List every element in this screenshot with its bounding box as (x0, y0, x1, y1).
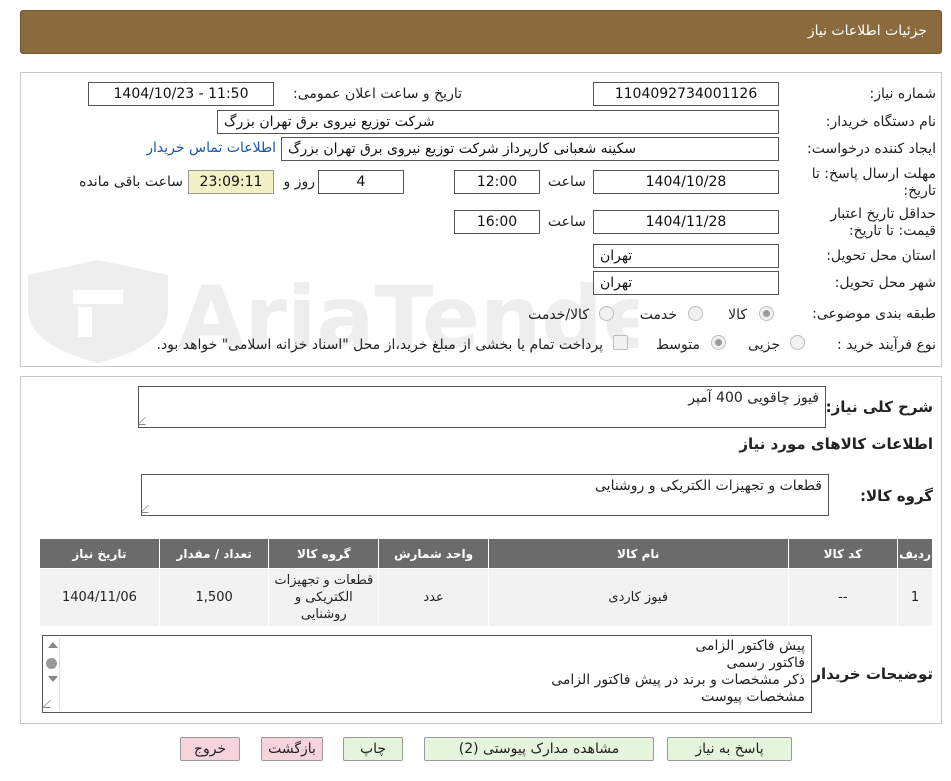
page-title: جزئیات اطلاعات نیاز (807, 23, 927, 39)
col-group: گروه کالا (268, 538, 380, 569)
validity-label: حداقل تاریخ اعتبار قیمت: تا تاریخ: (830, 206, 936, 239)
category-goods-radio[interactable] (759, 306, 774, 321)
goods-table: ردیف کد کالا نام کالا واحد شمارش گروه کا… (39, 538, 933, 627)
category-label: طبقه بندی موضوعی: (812, 306, 936, 322)
reply-button[interactable]: پاسخ به نیاز (667, 737, 792, 761)
category-goods-label: کالا (728, 307, 747, 323)
resize-handle-icon[interactable] (142, 505, 156, 513)
print-button[interactable]: چاپ (343, 737, 403, 761)
summary-textbox[interactable]: فیوز چاقویی 400 آمپر (138, 386, 826, 428)
goods-info-title: اطلاعات کالاهای مورد نیاز (739, 435, 933, 453)
city-field: تهران (593, 271, 779, 295)
category-service-label: خدمت (639, 307, 677, 323)
scroll-up-icon[interactable] (48, 642, 58, 648)
process-minor-label: جزیی (748, 337, 780, 353)
deadline-date-field: 1404/10/28 (593, 170, 779, 194)
validity-time-label: ساعت (547, 214, 586, 230)
category-service-radio[interactable] (688, 306, 703, 321)
days-remaining-field: 4 (318, 170, 404, 194)
goods-group-label: گروه کالا: (860, 487, 933, 505)
col-qty: تعداد / مقدار (158, 538, 270, 569)
treasury-payment-note: پرداخت تمام یا بخشی از مبلغ خرید،از محل … (156, 337, 603, 353)
announce-datetime-field: 1404/10/23 - 11:50 (88, 82, 274, 106)
page-header: جزئیات اطلاعات نیاز (20, 10, 942, 54)
cell-group: قطعات و تجهیزات الکتریکی و روشنایی (268, 568, 380, 627)
goods-group-text: قطعات و تجهیزات الکتریکی و روشنایی (595, 478, 822, 494)
process-minor-radio[interactable] (790, 335, 805, 350)
city-label: شهر محل تحویل: (834, 275, 936, 291)
scroll-down-icon[interactable] (48, 676, 58, 682)
need-number-field: 1104092734001126 (593, 82, 779, 106)
deadline-time-field: 12:00 (454, 170, 540, 194)
process-medium-radio[interactable] (711, 335, 726, 350)
cell-unit: عدد (378, 568, 489, 627)
province-field: تهران (593, 244, 779, 268)
col-name: نام کالا (487, 538, 789, 569)
buyer-note-line: پیش فاکتور الزامی (695, 638, 805, 654)
table-row: 1 -- فیوز کاردی عدد قطعات و تجهیزات الکت… (39, 568, 933, 627)
buyer-org-label: نام دستگاه خریدار: (825, 114, 936, 130)
buyer-note-line: مشخصات پیوست (701, 689, 805, 705)
deadline-label: مهلت ارسال پاسخ: تا تاریخ: (811, 166, 936, 199)
scroll-thumb[interactable] (46, 658, 57, 669)
need-number-label: شماره نیاز: (869, 86, 937, 102)
buyer-notes-textbox[interactable]: پیش فاکتور الزامی فاکتور رسمی ذکر مشخصات… (42, 635, 812, 713)
category-goods-service-radio[interactable] (599, 306, 614, 321)
buyer-note-line: ذکر مشخصات و برند در پیش فاکتور الزامی (551, 672, 805, 688)
treasury-payment-checkbox[interactable] (613, 335, 628, 350)
exit-button[interactable]: خروج (180, 737, 240, 761)
col-unit: واحد شمارش (378, 538, 489, 569)
col-date: تاریخ نیاز (39, 538, 160, 569)
buyer-notes-label: توضیحات خریدار: (806, 665, 933, 683)
deadline-time-label: ساعت (547, 174, 586, 190)
cell-date: 1404/11/06 (39, 568, 160, 627)
days-label: روز و (283, 174, 316, 190)
col-row: ردیف (897, 538, 933, 569)
process-medium-label: متوسط (656, 337, 700, 353)
cell-name: فیوز کاردی (487, 568, 789, 627)
view-attachments-button[interactable]: مشاهده مدارک پیوستی (2) (424, 737, 654, 761)
summary-label: شرح کلی نیاز: (825, 398, 933, 416)
creator-label: ایجاد کننده درخواست: (807, 141, 936, 157)
cell-qty: 1,500 (158, 568, 270, 627)
cell-row: 1 (897, 568, 933, 627)
buyer-note-line: فاکتور رسمی (726, 655, 805, 671)
buyer-contact-link[interactable]: اطلاعات تماس خریدار (146, 140, 276, 156)
back-button[interactable]: بازگشت (261, 737, 323, 761)
summary-text: فیوز چاقویی 400 آمپر (688, 390, 819, 406)
col-code: کد کالا (787, 538, 899, 569)
cell-code: -- (787, 568, 899, 627)
goods-table-header: ردیف کد کالا نام کالا واحد شمارش گروه کا… (39, 538, 933, 569)
validity-time-field: 16:00 (454, 210, 540, 234)
remaining-label: ساعت باقی مانده (79, 174, 183, 190)
category-goods-service-label: کالا/خدمت (528, 307, 589, 323)
province-label: استان محل تحویل: (826, 248, 936, 264)
announce-label: تاریخ و ساعت اعلان عمومی: (293, 86, 462, 102)
process-label: نوع فرآیند خرید : (837, 337, 936, 353)
buyer-org-field: شرکت توزیع نیروی برق تهران بزرگ (217, 110, 779, 134)
remaining-time-field: 23:09:11 (188, 170, 274, 194)
creator-field: سکینه شعبانی کارپرداز شرکت توزیع نیروی ب… (281, 137, 779, 161)
validity-date-field: 1404/11/28 (593, 210, 779, 234)
resize-handle-icon[interactable] (139, 417, 153, 425)
goods-group-textbox[interactable]: قطعات و تجهیزات الکتریکی و روشنایی (141, 474, 829, 516)
